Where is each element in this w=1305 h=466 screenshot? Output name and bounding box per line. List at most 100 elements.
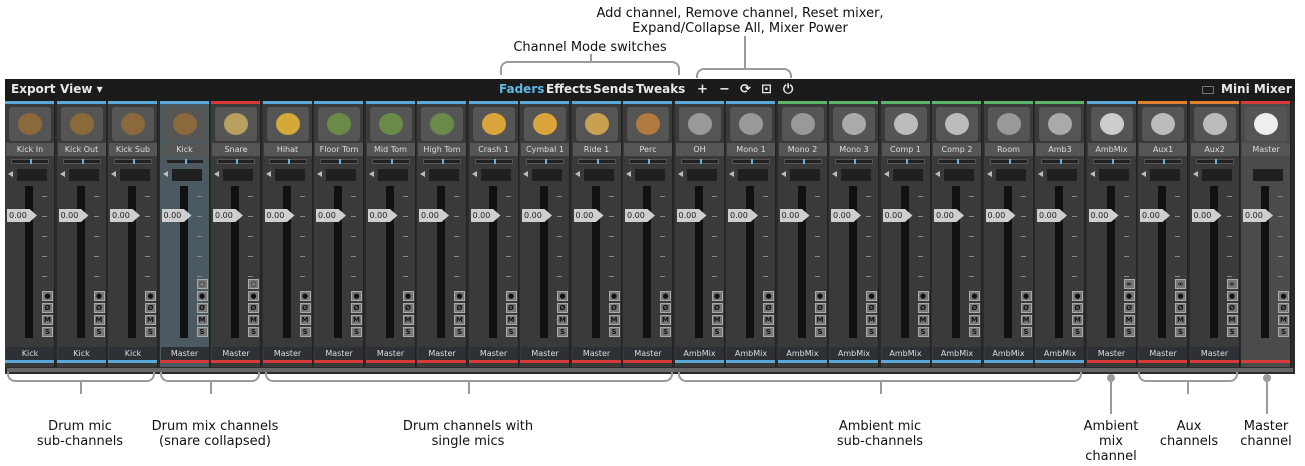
solo-button[interactable]: S — [660, 327, 671, 337]
instrument-image[interactable] — [318, 107, 360, 141]
phase-button[interactable]: Ø — [299, 303, 311, 313]
pan-control[interactable] — [680, 159, 719, 164]
insert-arrow-icon[interactable] — [1038, 171, 1043, 177]
pan-control[interactable] — [62, 159, 101, 164]
insert-slot[interactable] — [171, 169, 202, 181]
output-selector[interactable]: Master — [160, 347, 209, 360]
insert-slot[interactable] — [532, 169, 562, 181]
phase-button[interactable]: Ø — [1072, 303, 1083, 313]
instrument-image[interactable] — [730, 107, 772, 141]
channel-name[interactable]: Mid Tom — [366, 143, 415, 156]
mute-button[interactable]: M — [196, 315, 208, 325]
channel-name[interactable]: Mono 2 — [778, 143, 827, 156]
channel-name[interactable]: Mono 1 — [727, 143, 775, 156]
instrument-image[interactable] — [112, 107, 154, 141]
mute-button[interactable]: M — [763, 315, 774, 325]
record-button[interactable]: ● — [248, 291, 259, 301]
fader-track[interactable] — [797, 186, 806, 338]
channel-name[interactable]: High Tom — [418, 143, 466, 156]
insert-slot[interactable] — [789, 169, 820, 181]
solo-button[interactable]: S — [196, 327, 208, 337]
mute-button[interactable]: M — [1175, 315, 1186, 325]
pan-control[interactable] — [371, 159, 410, 164]
channel-name[interactable]: Kick In — [6, 143, 54, 156]
fader-track[interactable] — [1261, 186, 1269, 338]
channel-name[interactable]: Room — [984, 143, 1033, 156]
fader-track[interactable] — [1055, 186, 1063, 338]
phase-button[interactable]: Ø — [660, 303, 671, 313]
mute-button[interactable]: M — [711, 315, 723, 325]
solo-button[interactable]: S — [93, 327, 105, 337]
remove-channel-icon[interactable]: − — [719, 82, 730, 97]
phase-button[interactable]: Ø — [42, 303, 53, 313]
insert-arrow-icon[interactable] — [368, 171, 374, 177]
record-button[interactable]: ● — [1020, 291, 1032, 301]
mute-button[interactable]: M — [42, 315, 53, 325]
mute-button[interactable]: M — [660, 315, 671, 325]
instrument-image[interactable] — [678, 107, 721, 141]
fader-track[interactable] — [1209, 186, 1218, 338]
solo-button[interactable]: S — [454, 327, 465, 337]
insert-arrow-icon[interactable] — [265, 171, 271, 177]
channel-name[interactable]: Kick — [160, 143, 209, 156]
instrument-image[interactable] — [627, 107, 669, 141]
insert-slot[interactable] — [223, 169, 253, 181]
output-selector[interactable]: Kick — [6, 347, 54, 360]
phase-button[interactable]: Ø — [557, 303, 568, 313]
pan-control[interactable] — [732, 159, 770, 164]
phase-button[interactable]: Ø — [608, 303, 620, 313]
channel-name[interactable]: Master — [1242, 143, 1290, 156]
instrument-image[interactable] — [781, 107, 824, 141]
phase-button[interactable]: Ø — [1226, 303, 1238, 313]
add-channel-icon[interactable]: + — [697, 82, 708, 97]
record-button[interactable]: ● — [93, 291, 105, 301]
output-selector[interactable]: Master — [212, 347, 260, 360]
phase-button[interactable]: Ø — [763, 303, 774, 313]
reset-mixer-icon[interactable]: ⟳ — [740, 82, 751, 97]
insert-slot[interactable] — [995, 169, 1026, 181]
instrument-image[interactable] — [884, 107, 927, 141]
pan-control[interactable] — [835, 159, 873, 164]
mute-button[interactable]: M — [866, 315, 877, 325]
solo-button[interactable]: S — [42, 327, 53, 337]
channel-name[interactable]: Comp 2 — [933, 143, 981, 156]
link-button[interactable]: ∞ — [1175, 279, 1186, 289]
insert-arrow-icon[interactable] — [523, 171, 528, 177]
record-button[interactable]: ● — [351, 291, 362, 301]
record-button[interactable]: ● — [196, 291, 208, 301]
instrument-image[interactable] — [833, 107, 875, 141]
channel-name[interactable]: AmbMix — [1087, 143, 1136, 156]
insert-arrow-icon[interactable] — [626, 171, 631, 177]
pan-control[interactable] — [526, 159, 564, 164]
insert-slot[interactable] — [120, 169, 150, 181]
phase-button[interactable]: Ø — [196, 303, 208, 313]
phase-button[interactable]: Ø — [1175, 303, 1186, 313]
solo-button[interactable]: S — [866, 327, 877, 337]
fader-track[interactable] — [591, 186, 600, 338]
expand-button[interactable]: ○ — [196, 279, 208, 289]
instrument-image[interactable] — [575, 107, 618, 141]
insert-slot[interactable] — [274, 169, 305, 181]
channel-name[interactable]: Amb3 — [1036, 143, 1084, 156]
phase-button[interactable]: Ø — [402, 303, 414, 313]
instrument-image[interactable] — [163, 107, 206, 141]
channel-name[interactable]: Cymbal 1 — [521, 143, 569, 156]
fader-track[interactable] — [849, 186, 857, 338]
mute-button[interactable]: M — [608, 315, 620, 325]
pan-control[interactable] — [783, 159, 822, 164]
power-icon[interactable]: ⏻ — [783, 82, 793, 97]
fader-track[interactable] — [128, 186, 136, 338]
channel-name[interactable]: Crash 1 — [469, 143, 518, 156]
insert-slot[interactable] — [68, 169, 99, 181]
solo-button[interactable]: S — [299, 327, 311, 337]
pan-control[interactable] — [886, 159, 925, 164]
fader-track[interactable] — [437, 186, 445, 338]
insert-slot[interactable] — [635, 169, 665, 181]
fader-track[interactable] — [282, 186, 291, 338]
fader-track[interactable] — [25, 186, 33, 338]
record-button[interactable]: ● — [1226, 291, 1238, 301]
insert-slot[interactable] — [377, 169, 408, 181]
channel-name[interactable]: Comp 1 — [881, 143, 930, 156]
output-selector[interactable]: Kick — [57, 347, 106, 360]
channel-name[interactable]: Floor Tom — [315, 143, 363, 156]
